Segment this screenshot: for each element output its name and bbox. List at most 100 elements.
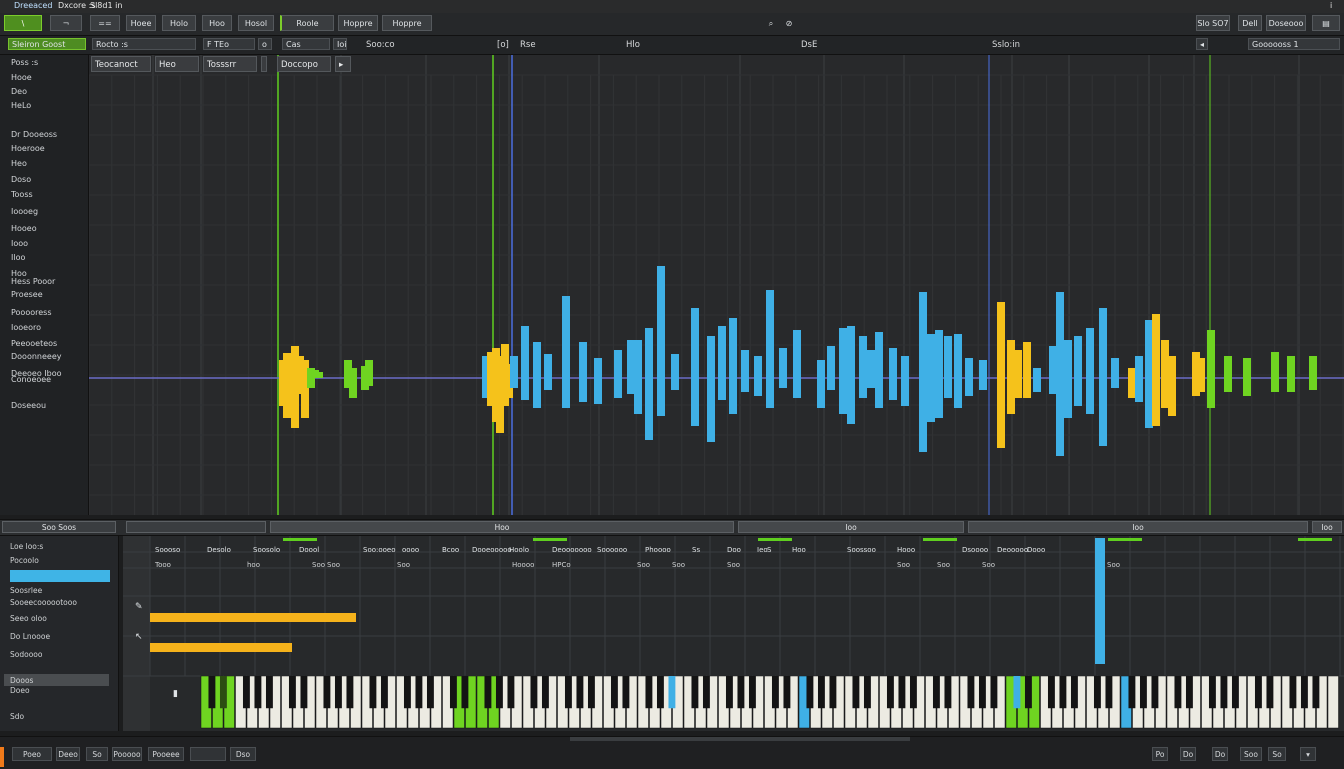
arrangement-view[interactable] xyxy=(89,55,1344,515)
instrument-item[interactable]: Do Lnoooe xyxy=(10,632,50,641)
param-label[interactable]: Dsoooo xyxy=(962,546,988,554)
snap-icon[interactable]: ⊘ xyxy=(782,15,796,31)
param-label[interactable]: Soossoo xyxy=(847,546,876,554)
edit-tool-icon[interactable]: ✎ xyxy=(135,602,143,612)
param-label[interactable]: Soosolo xyxy=(253,546,280,554)
piano-black-key[interactable] xyxy=(1024,676,1032,709)
footer-blank-button[interactable] xyxy=(190,747,226,761)
param-value[interactable]: Hoooo xyxy=(512,561,534,569)
piano-black-key[interactable] xyxy=(300,676,308,709)
toolbar-button-10[interactable]: Hoppre xyxy=(382,15,432,31)
piano-black-key[interactable] xyxy=(737,676,745,709)
collapse-icon[interactable]: ◂ xyxy=(1196,38,1208,50)
instrument-item[interactable]: Dooos xyxy=(10,676,33,685)
piano-black-key[interactable] xyxy=(668,676,676,709)
toolbar-button-3[interactable]: == xyxy=(90,15,120,31)
track-name[interactable]: Dooonneeey xyxy=(11,352,61,361)
param-value[interactable]: HPCo xyxy=(552,561,571,569)
piano-black-key[interactable] xyxy=(1266,676,1274,709)
header-cell-2[interactable]: Rocto :s xyxy=(92,38,196,50)
instrument-item[interactable]: Doeo xyxy=(10,686,30,695)
editor-header-left[interactable]: Soo Soos xyxy=(2,521,116,533)
piano-black-key[interactable] xyxy=(346,676,354,709)
piano-black-key[interactable] xyxy=(1128,676,1136,709)
piano-black-key[interactable] xyxy=(254,676,262,709)
param-label[interactable]: Deooooooo xyxy=(552,546,592,554)
piano-black-key[interactable] xyxy=(990,676,998,709)
piano-black-key[interactable] xyxy=(288,676,296,709)
param-value[interactable]: Soo xyxy=(982,561,995,569)
piano-black-key[interactable] xyxy=(748,676,756,709)
editor-header-segment-3[interactable]: Ioo xyxy=(968,521,1308,533)
selected-instrument-bar[interactable] xyxy=(10,570,110,582)
footer-right-3[interactable]: Do xyxy=(1212,747,1228,761)
editor-header-segment-1[interactable]: Hoo xyxy=(270,521,734,533)
track-name[interactable]: Doso xyxy=(11,175,31,184)
piano-black-key[interactable] xyxy=(645,676,653,709)
piano-black-key[interactable] xyxy=(564,676,572,709)
toolbar-button-4[interactable]: Hoee xyxy=(126,15,156,31)
track-name[interactable]: Hooeo xyxy=(11,224,37,233)
piano-black-key[interactable] xyxy=(1151,676,1159,709)
param-label[interactable]: Hoolo xyxy=(509,546,529,554)
piano-black-key[interactable] xyxy=(1220,676,1228,709)
piano-black-key[interactable] xyxy=(1093,676,1101,709)
piano-black-key[interactable] xyxy=(576,676,584,709)
track-name[interactable]: Iooeoro xyxy=(11,323,41,332)
right-button-4[interactable]: ▤ xyxy=(1312,15,1340,31)
track-name[interactable]: Doseeou xyxy=(11,401,46,410)
subtab-add-icon[interactable]: ▸ xyxy=(335,56,351,72)
piano-black-key[interactable] xyxy=(242,676,250,709)
param-value[interactable]: Soo xyxy=(327,561,340,569)
param-value[interactable]: Soo xyxy=(672,561,685,569)
track-name[interactable]: Deo xyxy=(11,87,27,96)
piano-black-key[interactable] xyxy=(426,676,434,709)
toolbar-button-8[interactable]: Roole xyxy=(280,15,334,31)
param-label[interactable]: S xyxy=(767,546,772,554)
param-label[interactable]: Bcoo xyxy=(442,546,459,554)
editor-header-segment-2[interactable]: Ioo xyxy=(738,521,964,533)
footer-right-1[interactable]: Po xyxy=(1152,747,1168,761)
toolbar-button-6[interactable]: Hoo xyxy=(202,15,232,31)
track-name[interactable]: Poss :s xyxy=(11,58,38,67)
param-label[interactable]: Dooo xyxy=(1027,546,1045,554)
piano-black-key[interactable] xyxy=(1070,676,1078,709)
track-name[interactable]: Hoerooe xyxy=(11,144,45,153)
piano-black-key[interactable] xyxy=(461,676,469,709)
track-name[interactable]: Tooss xyxy=(11,190,33,199)
piano-black-key[interactable] xyxy=(932,676,940,709)
info-icon[interactable]: i xyxy=(1330,1,1332,10)
param-label[interactable]: Dooeooooo xyxy=(472,546,512,554)
track-name[interactable]: Iooo xyxy=(11,239,28,248)
piano-black-key[interactable] xyxy=(219,676,227,709)
subtab-3[interactable]: Tosssrr xyxy=(203,56,257,72)
footer-button-2[interactable]: Deeo xyxy=(56,747,80,761)
track-name[interactable]: Hess Pooor xyxy=(11,277,55,286)
track-name[interactable]: Conoeoee xyxy=(11,375,51,384)
piano-black-key[interactable] xyxy=(208,676,216,709)
instrument-item[interactable]: Sodoooo xyxy=(10,650,42,659)
header-cell-6[interactable]: Cas xyxy=(282,38,330,50)
piano-black-key[interactable] xyxy=(622,676,630,709)
footer-button-5[interactable]: Pooeee xyxy=(148,747,184,761)
piano-black-key[interactable] xyxy=(1300,676,1308,709)
param-value[interactable]: Tooo xyxy=(154,561,171,569)
instrument-item[interactable]: Pocoolo xyxy=(10,556,39,565)
param-value[interactable]: Soo xyxy=(937,561,950,569)
editor-header-segment-4[interactable]: Ioo xyxy=(1312,521,1342,533)
param-value[interactable]: Soo xyxy=(312,561,325,569)
param-label[interactable]: Hooo xyxy=(897,546,915,554)
header-right-cell[interactable]: Goooooss 1 xyxy=(1248,38,1340,50)
track-name[interactable]: Iloo xyxy=(11,253,25,262)
param-label[interactable]: Ss xyxy=(692,546,700,554)
piano-black-key[interactable] xyxy=(771,676,779,709)
piano-black-key[interactable] xyxy=(1185,676,1193,709)
right-button-1[interactable]: Slo SO7 xyxy=(1196,15,1230,31)
param-value[interactable]: hoo xyxy=(247,561,260,569)
footer-button-1[interactable]: Poeo xyxy=(12,747,52,761)
piano-black-key[interactable] xyxy=(484,676,492,709)
piano-white-key[interactable] xyxy=(1327,675,1339,729)
instrument-item[interactable]: Sdo xyxy=(10,712,24,721)
subtab-1[interactable]: Teocanoct xyxy=(91,56,151,72)
footer-button-4[interactable]: Pooooo xyxy=(112,747,142,761)
